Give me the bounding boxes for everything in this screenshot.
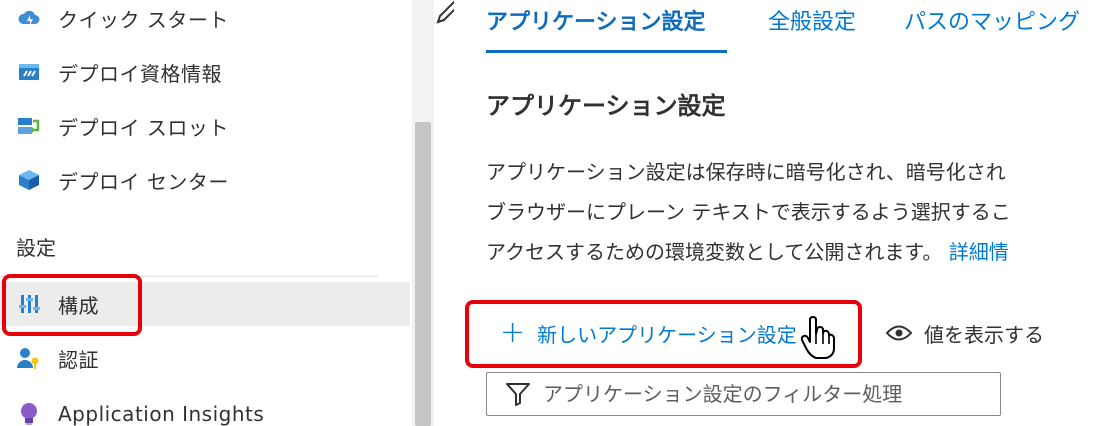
sidebar-item-deploy-slots[interactable]: デプロイ スロット (0, 104, 410, 148)
description-text: アクセスするための環境変数として公開されます。 (486, 240, 943, 264)
sidebar-item-configuration[interactable]: 構成 (0, 282, 410, 326)
sidebar-item-application-insights[interactable]: Application Insights (0, 392, 410, 426)
edit-icon[interactable] (434, 0, 454, 26)
user-key-icon (17, 346, 41, 370)
tab-application-settings[interactable]: アプリケーション設定 (486, 4, 706, 36)
sidebar-item-quickstart[interactable]: クイック スタート (0, 0, 410, 40)
sidebar-item-label: 構成 (58, 293, 99, 318)
new-application-setting-button[interactable]: + 新しいアプリケーション設定 (500, 314, 797, 352)
sidebar-item-label: デプロイ スロット (58, 115, 229, 140)
show-values-button[interactable]: 値を表示する (886, 314, 1044, 352)
learn-more-link[interactable]: 詳細情 (949, 240, 1009, 264)
sidebar-item-authentication[interactable]: 認証 (0, 336, 410, 380)
description-line: ブラウザーにプレーン テキストで表示するよう選択するこ (486, 200, 1011, 224)
sidebar-item-deploy-center[interactable]: デプロイ センター (0, 158, 410, 202)
sidebar-item-label: デプロイ資格情報 (58, 61, 222, 86)
new-setting-label: 新しいアプリケーション設定 (537, 322, 797, 347)
active-tab-indicator (486, 50, 727, 53)
sidebar-item-label: クイック スタート (58, 7, 229, 32)
tab-path-mappings[interactable]: パスのマッピング (904, 4, 1080, 36)
filter-icon (505, 380, 533, 408)
main-content: アプリケーション設定 全般設定 パスのマッピング アプリケーション設定 アプリケ… (434, 0, 1111, 426)
section-divider (0, 276, 378, 277)
tab-general-settings[interactable]: 全般設定 (768, 4, 856, 36)
description-line-3: アクセスするための環境変数として公開されます。 詳細情 (486, 236, 1009, 265)
show-values-label: 値を表示する (924, 322, 1044, 347)
filter-input[interactable] (543, 382, 983, 406)
lightbulb-icon (17, 402, 41, 426)
sliders-icon (17, 292, 41, 316)
eye-icon (886, 324, 912, 342)
sidebar-item-deploy-credentials[interactable]: デプロイ資格情報 (0, 50, 410, 94)
sidebar-item-label: デプロイ センター (58, 169, 229, 194)
credentials-icon (17, 60, 41, 84)
slots-icon (17, 114, 41, 138)
sidebar-item-label: 認証 (58, 347, 99, 372)
sidebar-item-label: Application Insights (58, 402, 265, 426)
description-line: アプリケーション設定は保存時に暗号化され、暗号化され (486, 160, 1006, 184)
scrollbar-thumb[interactable] (415, 122, 431, 426)
sidebar-scrollbar[interactable] (412, 0, 434, 426)
plus-icon: + (500, 315, 526, 350)
sidebar: クイック スタート デプロイ資格情報 デプロイ スロット デプロイ センター 設… (0, 0, 412, 426)
cloud-quickstart-icon (17, 6, 41, 30)
filter-application-settings[interactable] (486, 372, 1001, 416)
section-title: アプリケーション設定 (486, 92, 726, 120)
settings-section-header: 設定 (16, 236, 56, 260)
cube-icon (17, 168, 41, 192)
